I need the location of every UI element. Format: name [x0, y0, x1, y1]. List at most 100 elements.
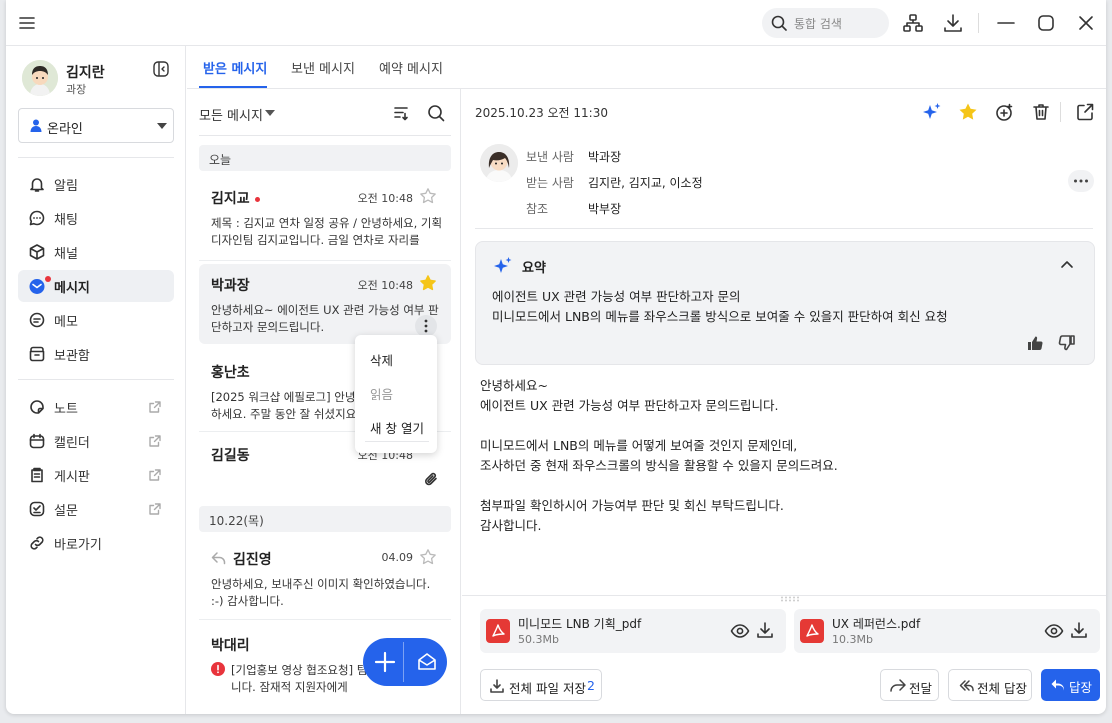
unread-badge [45, 276, 51, 282]
reply-all-icon [959, 680, 974, 692]
add-reaction-icon[interactable] [993, 101, 1015, 123]
menu-item-open-new-window[interactable]: 새 창 열기 [370, 418, 424, 437]
sidebar-item-channel[interactable]: 채널 [18, 236, 174, 268]
star-filled-icon[interactable] [957, 101, 979, 123]
sidebar-item-memo[interactable]: 메모 [18, 304, 174, 336]
minimize-icon[interactable] [995, 12, 1017, 34]
sidebar-item-label: 알림 [54, 179, 78, 194]
reply-all-button[interactable]: 전체 답장 [948, 669, 1032, 701]
tab-sent[interactable]: 보낸 메시지 [291, 58, 355, 77]
hamburger-menu-icon[interactable] [16, 12, 38, 34]
menu-item-delete[interactable]: 삭제 [370, 350, 393, 369]
sidebar-item-label: 노트 [54, 402, 78, 417]
maximize-icon[interactable] [1035, 12, 1057, 34]
to-label: 받는 사람 [526, 176, 574, 190]
download-icon[interactable] [755, 620, 775, 640]
forward-label: 전달 [909, 681, 933, 696]
message-time: 오전 10:48 [357, 192, 413, 205]
attachment-item[interactable]: 미니모드 LNB 기획_pdf 50.3Mb [480, 609, 786, 653]
reply-button[interactable]: 답장 [1041, 669, 1100, 701]
tab-scheduled[interactable]: 예약 메시지 [379, 58, 443, 77]
sidebar-item-chat[interactable]: 채팅 [18, 202, 174, 234]
sender-avatar[interactable] [480, 144, 518, 182]
sidebar-item-note[interactable]: 노트 [18, 391, 174, 423]
eye-icon[interactable] [730, 621, 750, 641]
sidebar-item-label: 바로가기 [54, 538, 102, 553]
message-date: 2025.10.23 오전 11:30 [475, 106, 608, 120]
forward-button[interactable]: 전달 [880, 669, 939, 701]
status-select[interactable]: 온라인 [18, 108, 174, 143]
open-external-icon[interactable] [1074, 101, 1096, 123]
menu-item-read[interactable]: 읽음 [370, 384, 393, 403]
more-vertical-icon[interactable] [415, 315, 437, 337]
sidebar-divider [18, 157, 174, 158]
attachment-size: 10.3Mb [832, 633, 873, 646]
sidebar-item-board[interactable]: 게시판 [18, 459, 174, 491]
message-sender: 박과장 [211, 278, 250, 294]
trash-icon[interactable] [1030, 101, 1052, 123]
sidebar-item-alerts[interactable]: 알림 [18, 168, 174, 200]
message-preview: 제목 : 김지교 연차 일정 공유 / 안녕하세요, 기획디자인팀 김지교입니다… [211, 216, 443, 247]
list-divider [199, 260, 451, 261]
eye-icon[interactable] [1044, 621, 1064, 641]
sidebar-item-message[interactable]: 메시지 [18, 270, 174, 302]
user-name: 김지란 [66, 65, 105, 81]
sort-icon[interactable] [392, 104, 410, 122]
to-value[interactable]: 김지란, 김지교, 이소정 [588, 174, 703, 191]
star-filled-icon[interactable] [419, 274, 437, 292]
star-icon[interactable] [419, 548, 437, 566]
app-window: 통합 검색 김지란 과장 온라인 알림 채팅 채널 메시지 메모 보관함 노트 … [6, 0, 1106, 714]
chevron-down-icon[interactable] [265, 110, 275, 116]
sidebar-collapse-icon[interactable] [152, 60, 170, 78]
cube-icon [29, 244, 45, 260]
summary-title: 요약 [522, 261, 546, 276]
reply-label: 답장 [1069, 680, 1093, 695]
sidebar-item-calendar[interactable]: 캘린더 [18, 425, 174, 457]
sidebar: 김지란 과장 온라인 알림 채팅 채널 메시지 메모 보관함 노트 캘린더 게시… [6, 46, 186, 714]
chat-icon [29, 210, 45, 226]
avatar[interactable] [22, 60, 58, 96]
message-filter-select[interactable]: 모든 메시지 [199, 105, 263, 124]
search-placeholder: 통합 검색 [794, 17, 842, 31]
more-horizontal-icon[interactable] [1068, 170, 1094, 192]
sidebar-item-survey[interactable]: 설문 [18, 493, 174, 525]
note-icon [30, 400, 44, 414]
calendar-icon [29, 433, 45, 449]
download-icon[interactable] [1069, 620, 1089, 640]
summary-line: 미니모드에서 LNB의 메뉴를 좌우스크롤 방식으로 보여줄 수 있을지 판단하… [492, 309, 948, 324]
save-all-files-button[interactable]: 전체 파일 저장 2 [480, 669, 602, 701]
org-chart-icon[interactable] [902, 12, 924, 34]
list-item[interactable]: 박과장 오전 10:48 안녕하세요~ 에이전트 UX 관련 가능성 여부 판단… [199, 264, 451, 344]
ai-summary-panel: 요약 에이전트 UX 관련 가능성 여부 판단하고자 문의 미니모드에서 LNB… [475, 241, 1095, 365]
from-value[interactable]: 박과장 [588, 148, 621, 165]
list-item[interactable]: 김진영 04.09 안녕하세요, 보내주신 이미지 확인하였습니다. :-) 감… [199, 538, 451, 618]
download-icon[interactable] [942, 12, 964, 34]
thumbs-up-icon[interactable] [1026, 334, 1044, 352]
sidebar-item-shortcut[interactable]: 바로가기 [18, 527, 174, 559]
list-item[interactable]: 김지교 오전 10:48 제목 : 김지교 연차 일정 공유 / 안녕하세요, … [199, 177, 451, 257]
close-icon[interactable] [1075, 12, 1097, 34]
pdf-file-icon [800, 619, 824, 643]
global-search-input[interactable]: 통합 검색 [762, 8, 889, 38]
search-icon[interactable] [427, 104, 445, 122]
chevron-down-icon [157, 123, 167, 129]
tab-inbox[interactable]: 받은 메시지 [203, 58, 267, 77]
star-icon[interactable] [419, 187, 437, 205]
reply-icon [1051, 679, 1064, 691]
message-sender: 김진영 [233, 552, 272, 568]
plus-icon[interactable] [367, 638, 403, 686]
chevron-up-icon[interactable] [1058, 256, 1076, 274]
mail-open-icon[interactable] [409, 638, 445, 686]
cc-label: 참조 [526, 202, 549, 216]
thumbs-down-icon[interactable] [1058, 334, 1076, 352]
external-link-icon [149, 401, 161, 413]
board-icon [31, 467, 43, 483]
ai-sparkle-icon[interactable] [921, 101, 943, 123]
external-link-icon [149, 469, 161, 481]
resize-grip-icon[interactable] [778, 596, 802, 602]
attachment-item[interactable]: UX 레퍼런스.pdf 10.3Mb [794, 609, 1100, 653]
sidebar-item-archive[interactable]: 보관함 [18, 338, 174, 370]
cc-value[interactable]: 박부장 [588, 200, 621, 217]
message-sender: 김길동 [211, 448, 250, 464]
user-role: 과장 [66, 83, 87, 96]
